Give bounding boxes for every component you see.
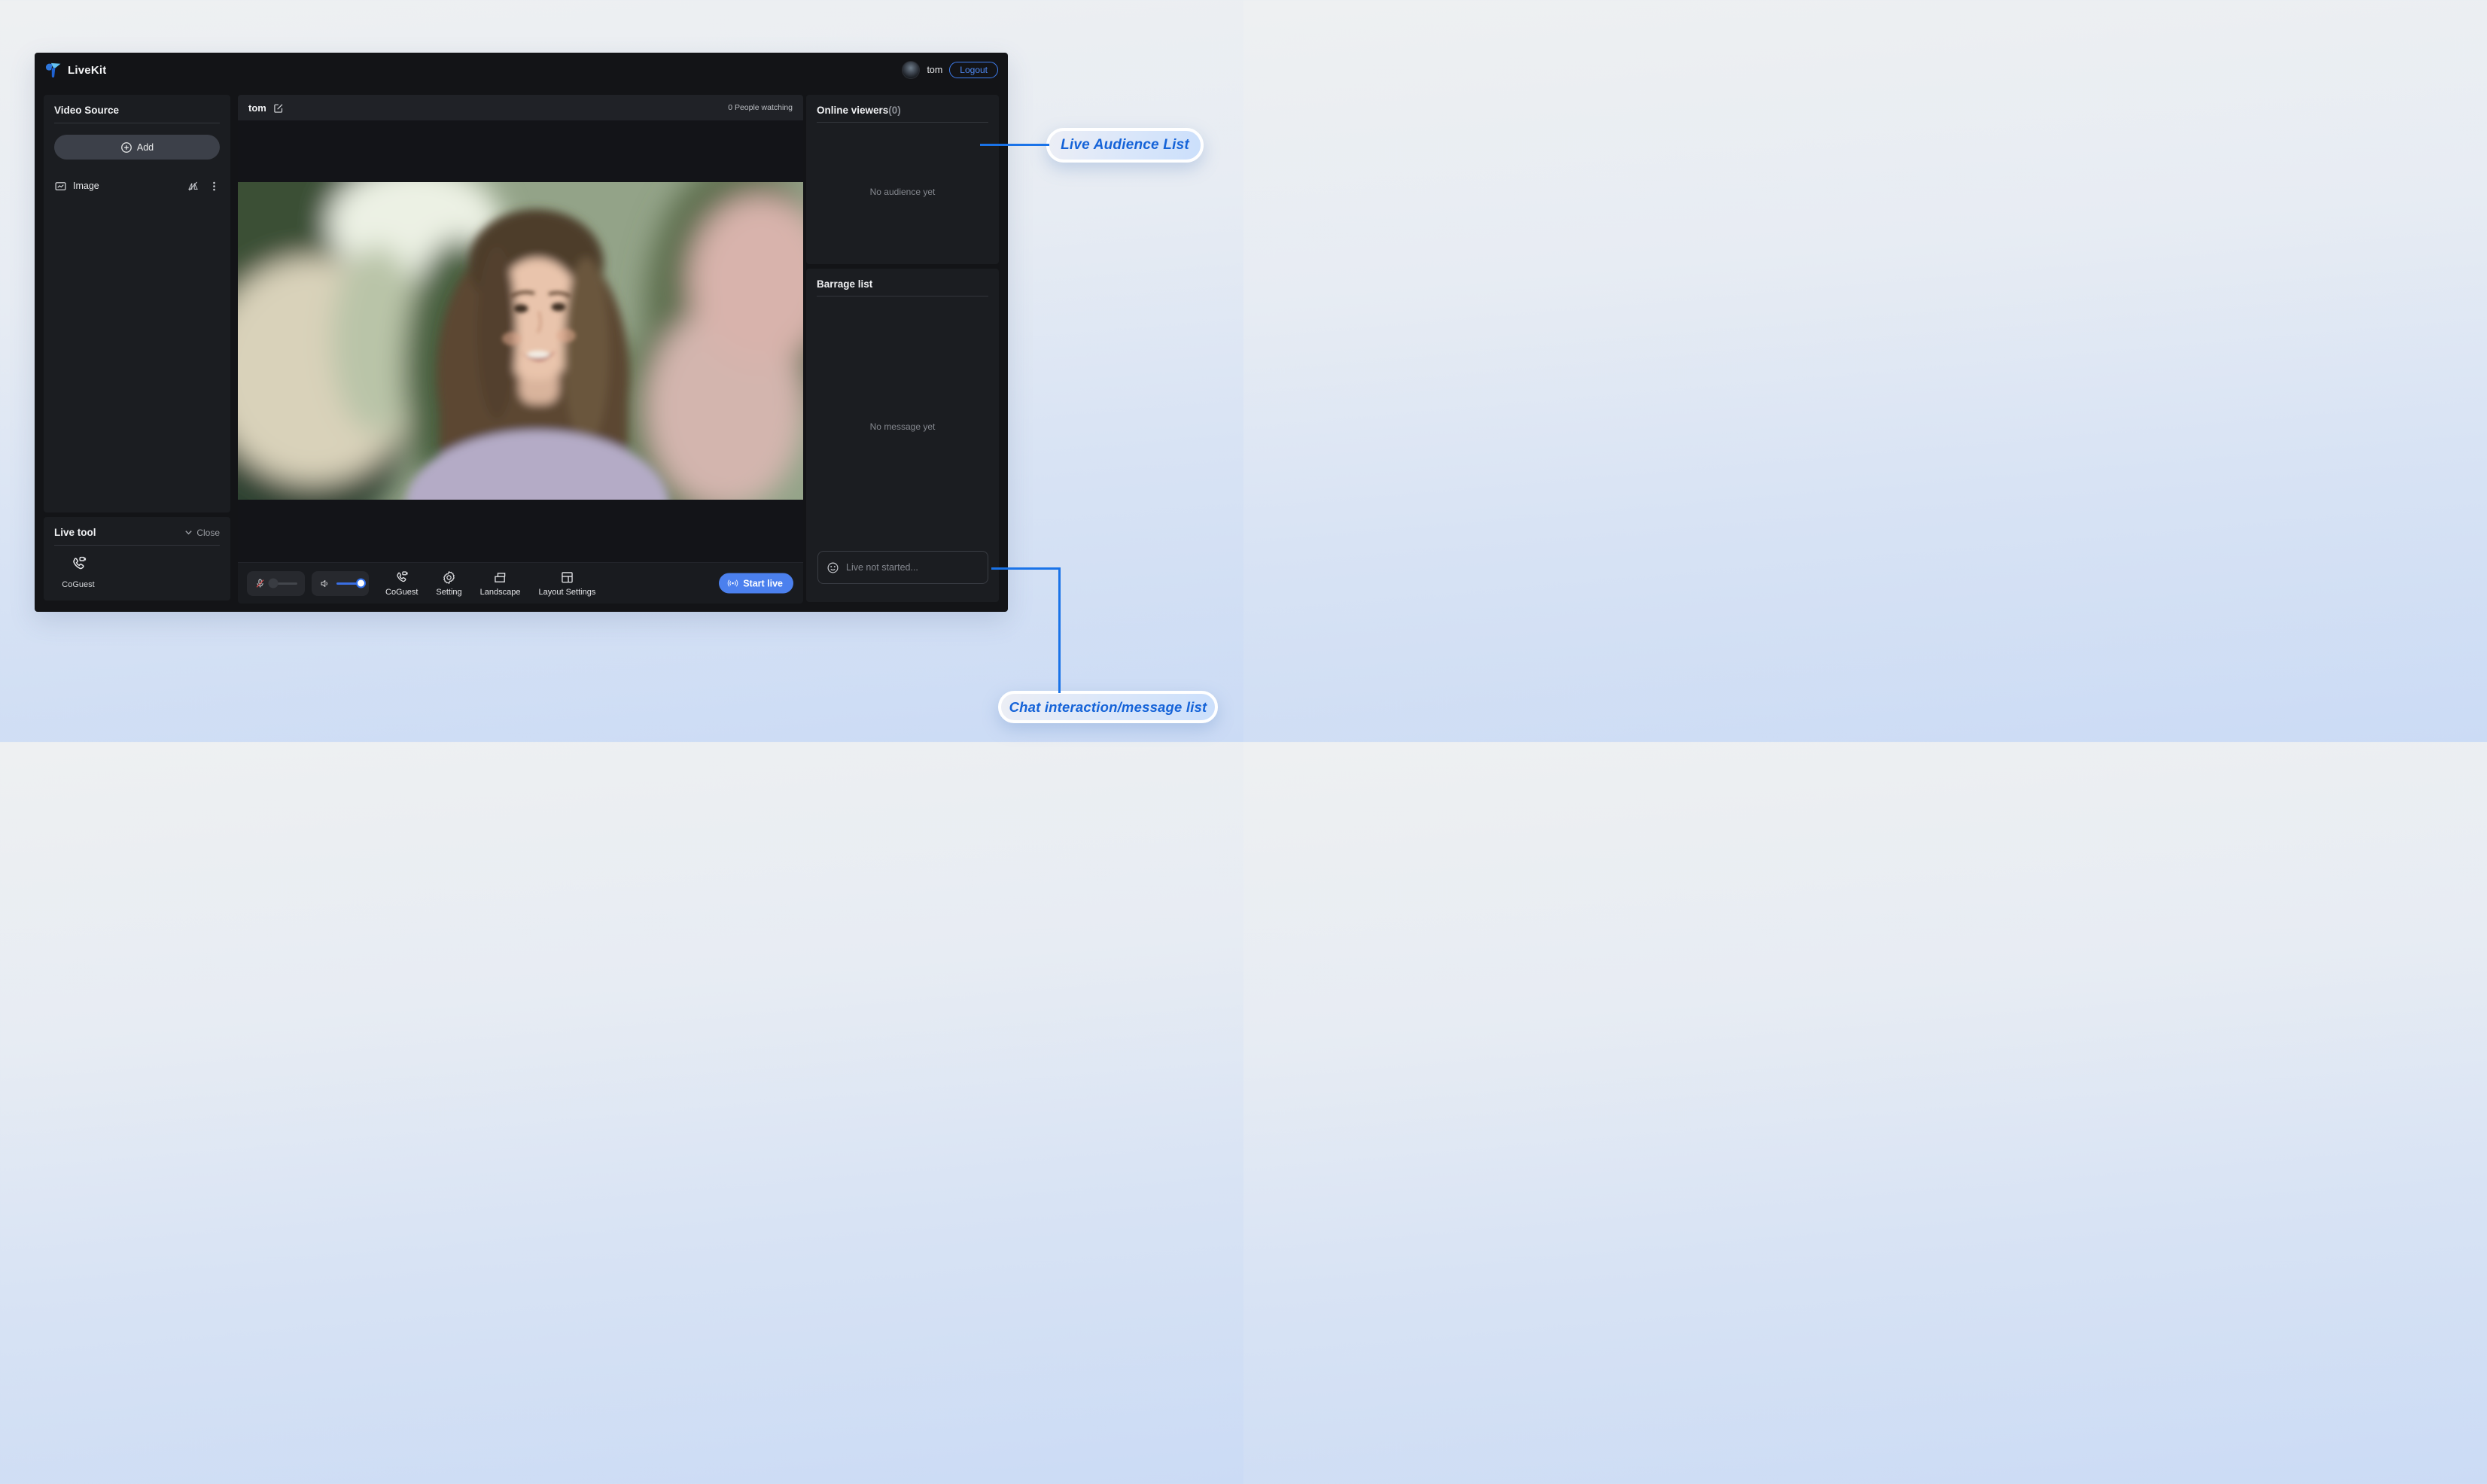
user-avatar[interactable]	[902, 61, 920, 79]
mic-slider[interactable]	[272, 582, 297, 585]
mic-muted-icon	[254, 577, 266, 590]
plus-circle-icon	[120, 141, 132, 154]
video-preview	[238, 120, 803, 563]
livekit-logo-icon	[44, 62, 62, 79]
divider	[817, 122, 988, 123]
video-source-panel: Video Source Add Image	[44, 95, 230, 512]
layout-settings-label: Layout Settings	[539, 588, 596, 597]
brand: LiveKit	[44, 62, 106, 79]
coguest-tool-label: CoGuest	[60, 580, 96, 589]
broadcast-icon	[727, 578, 738, 589]
add-source-label: Add	[137, 142, 154, 153]
barrage-title: Barrage list	[817, 278, 872, 290]
mirror-off-icon[interactable]	[187, 180, 199, 193]
stage-controls-bar: CoGuest Setting Landscape	[238, 562, 803, 604]
source-item-label: Image	[73, 181, 187, 191]
online-viewers-panel: Online viewers(0) No audience yet	[806, 95, 999, 264]
start-live-button[interactable]: Start live	[719, 573, 793, 594]
emoji-icon[interactable]	[826, 561, 839, 574]
volume-control[interactable]	[312, 571, 369, 596]
volume-slider-knob[interactable]	[356, 579, 366, 588]
live-tool-close-toggle[interactable]: Close	[184, 528, 220, 538]
image-icon	[54, 180, 67, 193]
live-tool-title: Live tool	[54, 527, 96, 538]
coguest-button[interactable]: CoGuest	[385, 570, 418, 597]
chat-callout: Chat interaction/message list	[998, 691, 1218, 723]
chat-connector-vertical	[1058, 567, 1061, 693]
audience-callout: Live Audience List	[1046, 128, 1204, 163]
logout-button[interactable]: Logout	[949, 62, 998, 78]
start-live-label: Start live	[743, 578, 783, 588]
landscape-button[interactable]: Landscape	[480, 570, 521, 597]
chevron-down-icon	[184, 528, 193, 537]
setting-label: Setting	[436, 588, 461, 597]
chat-message-input[interactable]	[846, 562, 979, 573]
kebab-menu-icon[interactable]	[209, 181, 220, 192]
stage-area: tom 0 People watching	[238, 95, 803, 604]
coguest-icon	[394, 570, 409, 585]
edit-name-icon[interactable]	[272, 102, 284, 114]
audience-callout-label: Live Audience List	[1061, 137, 1189, 154]
chat-callout-label: Chat interaction/message list	[1009, 699, 1207, 716]
coguest-label: CoGuest	[385, 588, 418, 597]
coguest-tool-button[interactable]: CoGuest	[60, 555, 96, 589]
live-tool-panel: Live tool Close CoGuest	[44, 517, 230, 601]
online-viewers-count: (0)	[888, 105, 901, 116]
source-item-image[interactable]: Image	[48, 175, 226, 197]
barrage-panel: Barrage list No message yet	[806, 269, 999, 602]
layout-settings-button[interactable]: Layout Settings	[539, 570, 596, 597]
setting-button[interactable]: Setting	[436, 570, 461, 597]
gear-icon	[441, 570, 457, 585]
chat-connector-horizontal	[991, 567, 1060, 570]
live-tool-close-label: Close	[196, 528, 220, 538]
divider	[54, 545, 220, 546]
coguest-icon	[69, 555, 88, 573]
app-header: LiveKit tom Logout	[35, 53, 1008, 87]
speaker-icon	[319, 577, 330, 590]
layout-icon	[559, 570, 575, 585]
no-message-text: No message yet	[806, 421, 999, 432]
landscape-label: Landscape	[480, 588, 521, 597]
header-username: tom	[927, 65, 942, 75]
mic-slider-knob[interactable]	[269, 579, 279, 588]
landscape-icon	[492, 570, 508, 585]
no-audience-text: No audience yet	[806, 187, 999, 197]
audience-connector-line	[980, 144, 1049, 146]
stage-topbar: tom 0 People watching	[238, 95, 803, 120]
watching-count: 0 People watching	[728, 103, 793, 112]
app-window: LiveKit tom Logout Video Source Add Imag…	[35, 53, 1008, 612]
mic-control[interactable]	[247, 571, 305, 596]
brand-name: LiveKit	[68, 64, 106, 77]
add-source-button[interactable]: Add	[54, 135, 220, 160]
video-source-title: Video Source	[54, 105, 119, 116]
chat-input-box[interactable]	[817, 551, 988, 584]
online-viewers-title: Online viewers	[817, 105, 888, 116]
volume-slider[interactable]	[336, 582, 361, 585]
video-still	[238, 182, 803, 500]
streamer-name: tom	[248, 102, 266, 114]
